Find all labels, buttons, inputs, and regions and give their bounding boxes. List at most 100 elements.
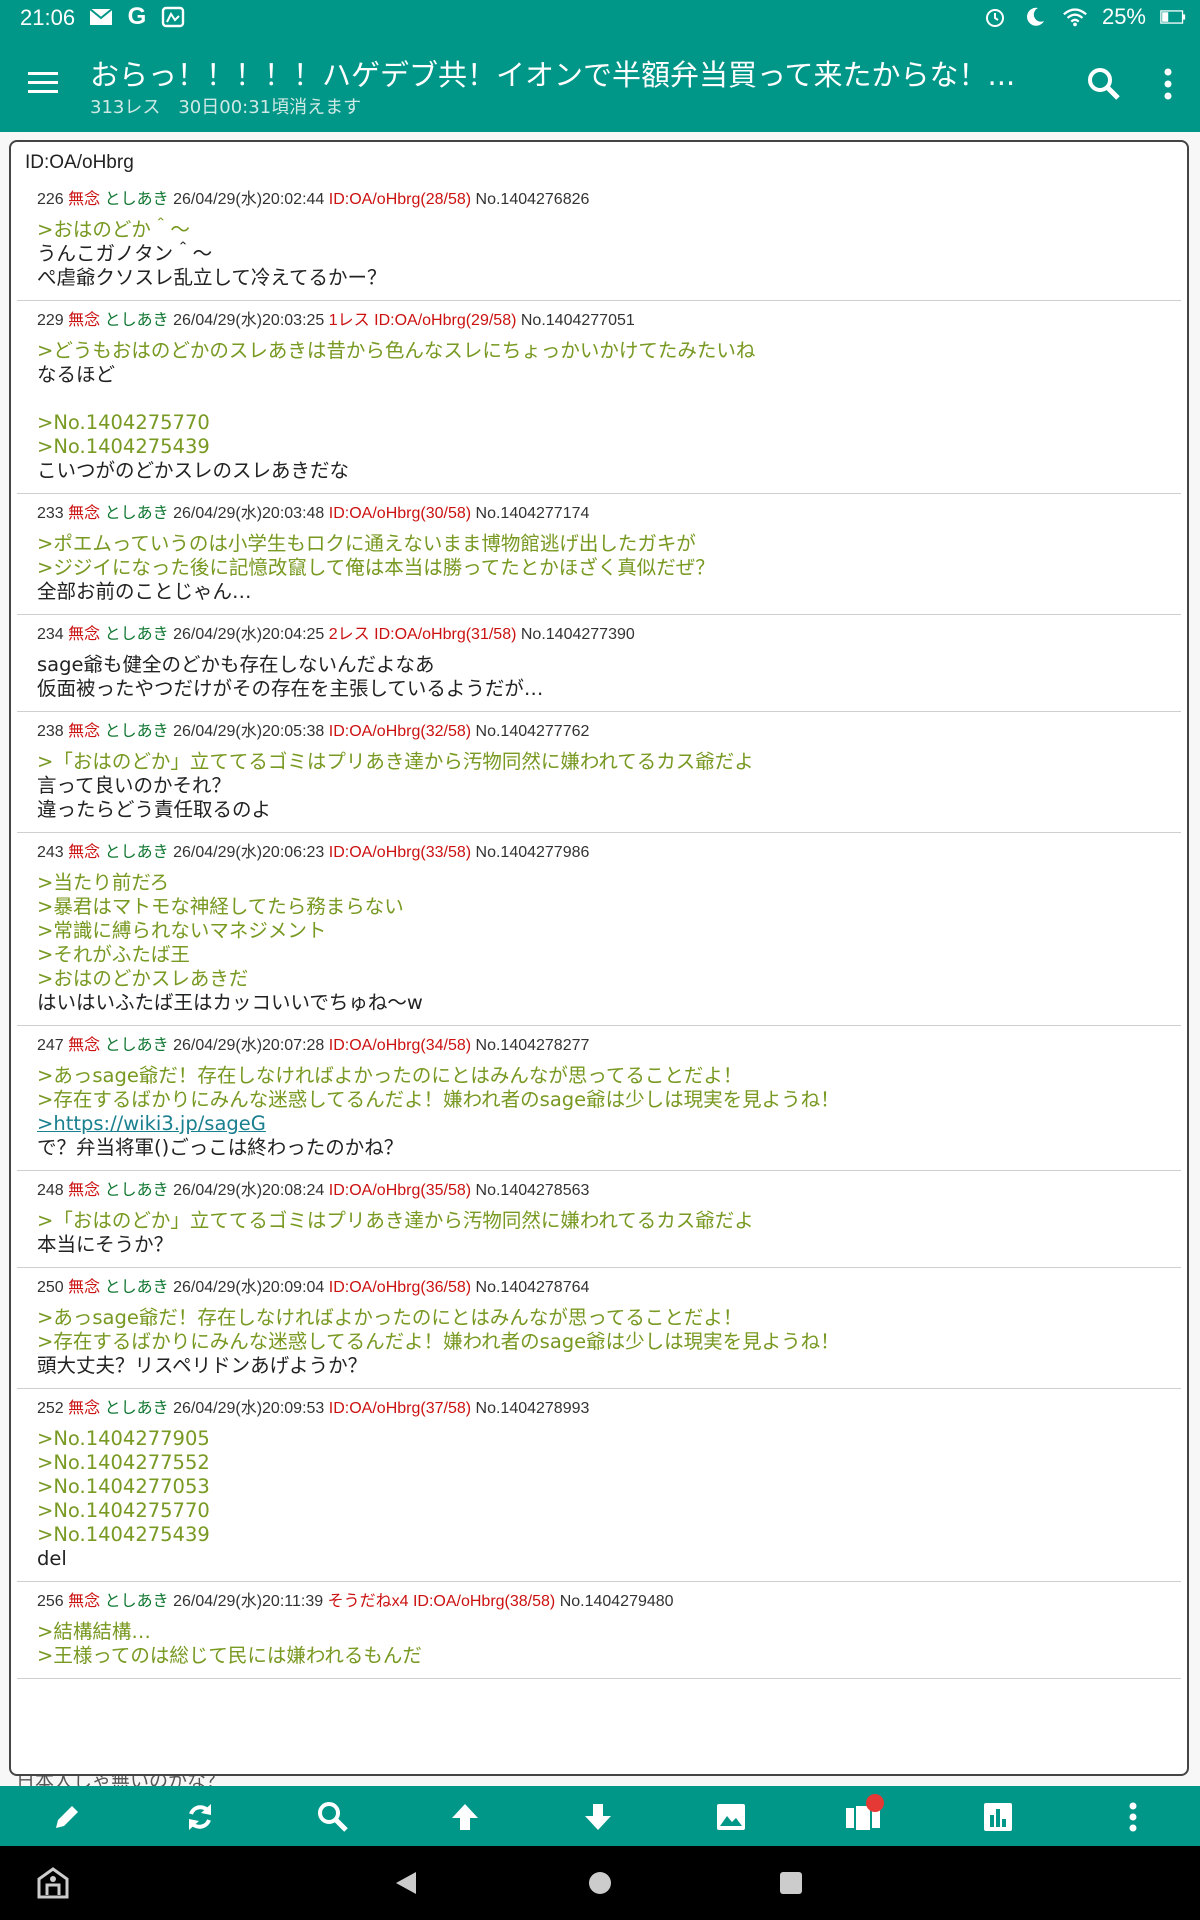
post-name: としあき xyxy=(104,1182,169,1199)
google-icon: G xyxy=(127,3,147,30)
post-id[interactable]: ID:OA/oHbrg(29/58) xyxy=(374,312,516,329)
quote-line: >あっsage爺だ！存在しなければよかったのにとはみんなが思ってることだよ！ xyxy=(37,1064,743,1087)
pencil-icon[interactable] xyxy=(42,1792,92,1842)
post-header: 229 無念 としあき 26/04/29(水)20:03:25 1レス ID:O… xyxy=(37,309,1161,333)
post[interactable]: 226 無念 としあき 26/04/29(水)20:02:44 ID:OA/oH… xyxy=(17,180,1181,301)
quote-line: >No.1404275770 xyxy=(37,411,210,434)
body-line: 全部お前のことじゃん… xyxy=(37,580,252,603)
post-subject: 無念 xyxy=(68,1400,101,1417)
post-id[interactable]: ID:OA/oHbrg(32/58) xyxy=(329,723,471,740)
battery-icon xyxy=(1160,4,1186,30)
arrow-down-icon[interactable] xyxy=(573,1792,623,1842)
post-subject: 無念 xyxy=(68,1182,101,1199)
quote-line: >No.1404277905 xyxy=(37,1427,210,1450)
post[interactable]: 243 無念 としあき 26/04/29(水)20:06:23 ID:OA/oH… xyxy=(17,833,1181,1026)
notification-badge xyxy=(866,1794,884,1812)
post-id[interactable]: ID:OA/oHbrg(31/58) xyxy=(374,626,516,643)
post[interactable]: 247 無念 としあき 26/04/29(水)20:07:28 ID:OA/oH… xyxy=(17,1026,1181,1171)
mail-icon xyxy=(88,4,114,30)
post[interactable]: 250 無念 としあき 26/04/29(水)20:09:04 ID:OA/oH… xyxy=(17,1268,1181,1389)
post-no[interactable]: No.1404277986 xyxy=(476,844,590,861)
arrow-up-icon[interactable] xyxy=(440,1792,490,1842)
post-extra[interactable]: そうだねx4 xyxy=(328,1593,409,1610)
post[interactable]: 233 無念 としあき 26/04/29(水)20:03:48 ID:OA/oH… xyxy=(17,494,1181,615)
post-id[interactable]: ID:OA/oHbrg(33/58) xyxy=(329,844,471,861)
post-subject: 無念 xyxy=(68,1037,101,1054)
url-link[interactable]: >https://wiki3.jp/sageG xyxy=(37,1112,266,1135)
post-header: 234 無念 としあき 26/04/29(水)20:04:25 2レス ID:O… xyxy=(37,623,1161,647)
search-icon[interactable] xyxy=(1084,64,1124,104)
accessibility-icon[interactable] xyxy=(30,1860,76,1906)
post[interactable]: 256 無念 としあき 26/04/29(水)20:11:39 そうだねx4 I… xyxy=(17,1582,1181,1679)
post-no[interactable]: No.1404277762 xyxy=(476,723,590,740)
image-icon[interactable] xyxy=(706,1792,756,1842)
post-id[interactable]: ID:OA/oHbrg(37/58) xyxy=(329,1400,471,1417)
post-extra[interactable]: 1レス xyxy=(329,312,370,329)
more-vert-icon[interactable] xyxy=(1150,62,1186,106)
body-line: sage爺も健全のどかも存在しないんだよなあ xyxy=(37,653,435,676)
quote-line: >No.1404275439 xyxy=(37,435,210,458)
post[interactable]: 252 無念 としあき 26/04/29(水)20:09:53 ID:OA/oH… xyxy=(17,1389,1181,1582)
post-number: 252 xyxy=(37,1400,64,1417)
cards-icon[interactable] xyxy=(838,1792,888,1842)
expire-time: 30日00:31頃消えます xyxy=(178,97,362,118)
post-no[interactable]: No.1404279480 xyxy=(560,1593,674,1610)
post[interactable]: 248 無念 としあき 26/04/29(水)20:08:24 ID:OA/oH… xyxy=(17,1171,1181,1268)
home-icon[interactable] xyxy=(577,1860,623,1906)
post-date: 26/04/29(水)20:07:28 xyxy=(173,1037,325,1054)
id-popup[interactable]: ID:OA/oHbrg 226 無念 としあき 26/04/29(水)20:02… xyxy=(9,140,1189,1776)
post-date: 26/04/29(水)20:04:25 xyxy=(173,626,325,643)
post-subject: 無念 xyxy=(68,191,101,208)
recents-icon[interactable] xyxy=(768,1860,814,1906)
search-icon[interactable] xyxy=(308,1792,358,1842)
post-no[interactable]: No.1404278563 xyxy=(476,1182,590,1199)
quote-line: >暴君はマトモな神経してたら務まらない xyxy=(37,895,404,918)
post-header: 226 無念 としあき 26/04/29(水)20:02:44 ID:OA/oH… xyxy=(37,188,1161,212)
post-date: 26/04/29(水)20:05:38 xyxy=(173,723,325,740)
behind-text: 日本人しゃ無いのかな？ xyxy=(16,1776,225,1786)
post[interactable]: 229 無念 としあき 26/04/29(水)20:03:25 1レス ID:O… xyxy=(17,301,1181,494)
quote-line: >どうもおはのどかのスレあきは昔から色んなスレにちょっかいかけてたみたいね xyxy=(37,339,756,362)
post-id[interactable]: ID:OA/oHbrg(30/58) xyxy=(329,505,471,522)
app-bar: おらっ！！！！！ハゲデブ共！イオンで半額弁当買って来たからな！... 313レス… xyxy=(0,36,1200,132)
post-header: 238 無念 としあき 26/04/29(水)20:05:38 ID:OA/oH… xyxy=(37,720,1161,744)
post-id[interactable]: ID:OA/oHbrg(35/58) xyxy=(329,1182,471,1199)
post-id[interactable]: ID:OA/oHbrg(28/58) xyxy=(329,191,471,208)
post-no[interactable]: No.1404276826 xyxy=(476,191,590,208)
quote-line: >王様ってのは総じて民には嫌われるもんだ xyxy=(37,1644,422,1667)
body-line: 頭大丈夫？リスペリドンあげようか？ xyxy=(37,1354,368,1377)
post-no[interactable]: No.1404277390 xyxy=(521,626,635,643)
menu-icon[interactable] xyxy=(20,60,66,106)
post-body: >あっsage爺だ！存在しなければよかったのにとはみんなが思ってることだよ！ >存… xyxy=(37,1306,1161,1378)
post-header: 243 無念 としあき 26/04/29(水)20:06:23 ID:OA/oH… xyxy=(37,841,1161,865)
quote-line[interactable]: >https://wiki3.jp/sageG xyxy=(37,1112,1161,1136)
post-no[interactable]: No.1404278277 xyxy=(476,1037,590,1054)
more-vert-icon[interactable] xyxy=(1108,1792,1158,1842)
post-extra[interactable]: 2レス xyxy=(329,626,370,643)
post-date: 26/04/29(水)20:03:48 xyxy=(173,505,325,522)
post-no[interactable]: No.1404277174 xyxy=(476,505,590,522)
chart-icon[interactable] xyxy=(973,1792,1023,1842)
refresh-icon[interactable] xyxy=(175,1792,225,1842)
post-header: 256 無念 としあき 26/04/29(水)20:11:39 そうだねx4 I… xyxy=(37,1590,1161,1614)
post-no[interactable]: No.1404277051 xyxy=(521,312,635,329)
post-id[interactable]: ID:OA/oHbrg(38/58) xyxy=(413,1593,555,1610)
back-icon[interactable] xyxy=(384,1860,430,1906)
post[interactable]: 238 無念 としあき 26/04/29(水)20:05:38 ID:OA/oH… xyxy=(17,712,1181,833)
post-name: としあき xyxy=(104,626,169,643)
post-body: >結構結構… >王様ってのは総じて民には嫌われるもんだ xyxy=(37,1620,1161,1668)
wifi-icon xyxy=(1062,4,1088,30)
quote-line: >No.1404277053 xyxy=(37,1475,210,1498)
app-notification-icon xyxy=(160,4,186,30)
post-no[interactable]: No.1404278993 xyxy=(476,1400,590,1417)
post-id[interactable]: ID:OA/oHbrg(36/58) xyxy=(329,1279,471,1296)
post[interactable]: 234 無念 としあき 26/04/29(水)20:04:25 2レス ID:O… xyxy=(17,615,1181,712)
post-date: 26/04/29(水)20:03:25 xyxy=(173,312,325,329)
post-body: >どうもおはのどかのスレあきは昔から色んなスレにちょっかいかけてたみたいね なるほ… xyxy=(37,339,1161,483)
post-id[interactable]: ID:OA/oHbrg(34/58) xyxy=(329,1037,471,1054)
quote-line: >「おはのどか」立ててるゴミはプリあき達から汚物同然に嫌われてるカス爺だよ xyxy=(37,1209,754,1232)
bottom-toolbar xyxy=(0,1786,1200,1846)
post-header: 247 無念 としあき 26/04/29(水)20:07:28 ID:OA/oH… xyxy=(37,1034,1161,1058)
post-no[interactable]: No.1404278764 xyxy=(476,1279,590,1296)
